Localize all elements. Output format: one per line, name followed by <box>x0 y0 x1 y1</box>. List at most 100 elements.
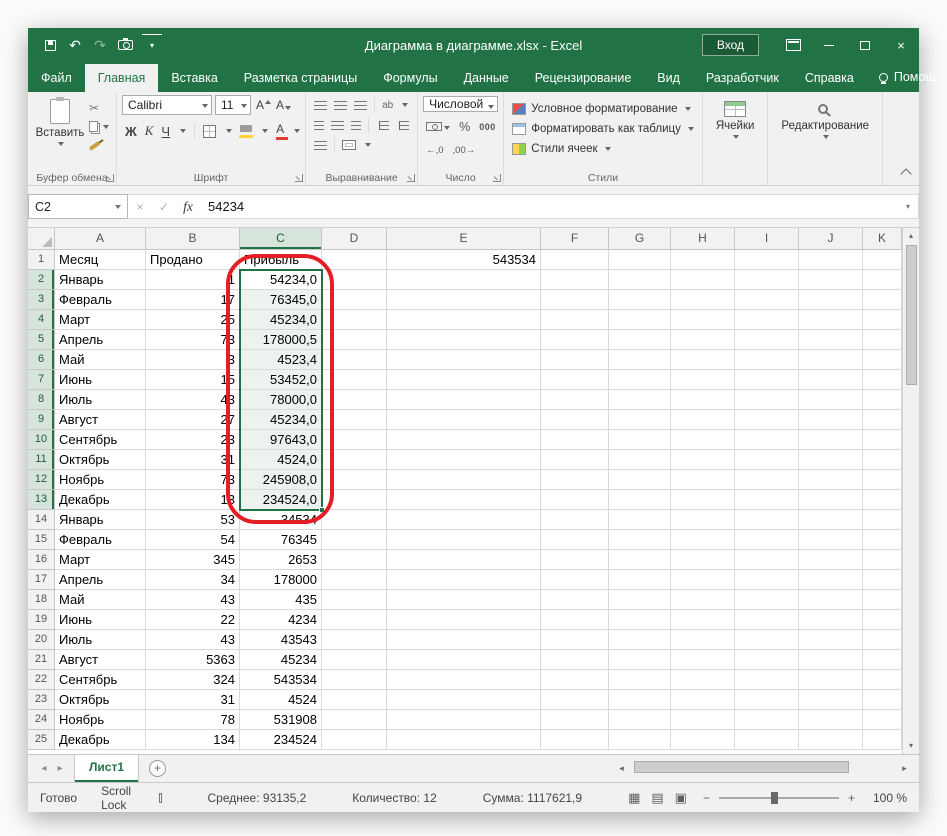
cell-D11[interactable] <box>322 450 387 470</box>
cell-I1[interactable] <box>735 250 799 270</box>
row-header-6[interactable]: 6 <box>28 350 55 370</box>
cell-B11[interactable]: 31 <box>146 450 240 470</box>
cell-I8[interactable] <box>735 390 799 410</box>
cell-B15[interactable]: 54 <box>146 530 240 550</box>
cell-B1[interactable]: Продано <box>146 250 240 270</box>
cell-H17[interactable] <box>671 570 735 590</box>
cell-D22[interactable] <box>322 670 387 690</box>
cell-G4[interactable] <box>609 310 671 330</box>
cell-I10[interactable] <box>735 430 799 450</box>
cell-K22[interactable] <box>863 670 902 690</box>
sheet-nav-right-button[interactable]: ▸ <box>52 763 68 774</box>
cell-D2[interactable] <box>322 270 387 290</box>
enter-button[interactable]: ✓ <box>152 200 176 214</box>
ribbon-tab[interactable]: Рецензирование <box>522 64 645 92</box>
cell-K1[interactable] <box>863 250 902 270</box>
row-header-10[interactable]: 10 <box>28 430 55 450</box>
cell-styles-button[interactable]: Стили ячеек <box>509 139 697 158</box>
grow-font-button[interactable]: А <box>254 98 272 112</box>
cell-J20[interactable] <box>799 630 863 650</box>
cell-K11[interactable] <box>863 450 902 470</box>
row-header-23[interactable]: 23 <box>28 690 55 710</box>
cell-H2[interactable] <box>671 270 735 290</box>
cell-G3[interactable] <box>609 290 671 310</box>
cell-B7[interactable]: 15 <box>146 370 240 390</box>
cell-F17[interactable] <box>541 570 609 590</box>
cell-A16[interactable]: Март <box>55 550 146 570</box>
align-left-button[interactable] <box>314 120 325 130</box>
borders-button[interactable] <box>203 124 217 138</box>
zoom-slider-thumb[interactable] <box>770 791 778 804</box>
scroll-up-button[interactable]: ▴ <box>909 228 913 244</box>
row-header-13[interactable]: 13 <box>28 490 55 510</box>
font-size-combo[interactable]: 11 <box>215 95 251 115</box>
row-header-11[interactable]: 11 <box>28 450 55 470</box>
cell-C16[interactable]: 2653 <box>240 550 322 570</box>
ribbon-tab[interactable]: Формулы <box>370 64 450 92</box>
cell-K24[interactable] <box>863 710 902 730</box>
cell-A6[interactable]: Май <box>55 350 146 370</box>
sheet-nav-left-button[interactable]: ◂ <box>36 763 52 774</box>
cell-F12[interactable] <box>541 470 609 490</box>
cell-K25[interactable] <box>863 730 902 750</box>
ribbon-tab[interactable]: Вставка <box>158 64 230 92</box>
cell-J2[interactable] <box>799 270 863 290</box>
cell-K9[interactable] <box>863 410 902 430</box>
expand-formula-bar-button[interactable]: ▾ <box>898 202 918 211</box>
cell-J17[interactable] <box>799 570 863 590</box>
cell-B21[interactable]: 5363 <box>146 650 240 670</box>
cell-E19[interactable] <box>387 610 541 630</box>
cell-C14[interactable]: 34534 <box>240 510 322 530</box>
clipboard-dialog-launcher[interactable] <box>106 174 114 182</box>
cell-E8[interactable] <box>387 390 541 410</box>
cell-K18[interactable] <box>863 590 902 610</box>
cell-J4[interactable] <box>799 310 863 330</box>
column-header-K[interactable]: K <box>863 228 902 250</box>
cell-B19[interactable]: 22 <box>146 610 240 630</box>
row-header-7[interactable]: 7 <box>28 370 55 390</box>
cell-D13[interactable] <box>322 490 387 510</box>
cell-K16[interactable] <box>863 550 902 570</box>
ribbon-tab[interactable]: Справка <box>792 64 867 92</box>
cell-H13[interactable] <box>671 490 735 510</box>
cell-C25[interactable]: 234524 <box>240 730 322 750</box>
cell-G24[interactable] <box>609 710 671 730</box>
select-all-corner[interactable] <box>28 228 55 250</box>
cell-J25[interactable] <box>799 730 863 750</box>
cell-F6[interactable] <box>541 350 609 370</box>
cell-A7[interactable]: Июнь <box>55 370 146 390</box>
cell-F3[interactable] <box>541 290 609 310</box>
cell-B4[interactable]: 25 <box>146 310 240 330</box>
cell-G15[interactable] <box>609 530 671 550</box>
row-header-3[interactable]: 3 <box>28 290 55 310</box>
cell-I18[interactable] <box>735 590 799 610</box>
increase-indent-button[interactable] <box>396 120 410 130</box>
save-button[interactable] <box>40 34 60 56</box>
cell-G13[interactable] <box>609 490 671 510</box>
cell-H4[interactable] <box>671 310 735 330</box>
hscroll-right-button[interactable]: ▸ <box>896 763 913 774</box>
column-header-C[interactable]: C <box>240 228 322 250</box>
cell-B2[interactable]: 1 <box>146 270 240 290</box>
cell-J23[interactable] <box>799 690 863 710</box>
cells-button[interactable]: Ячейки <box>708 95 763 139</box>
cell-J14[interactable] <box>799 510 863 530</box>
cell-H22[interactable] <box>671 670 735 690</box>
ribbon-tab[interactable]: Вид <box>644 64 693 92</box>
cell-G20[interactable] <box>609 630 671 650</box>
cell-A18[interactable]: Май <box>55 590 146 610</box>
zoom-slider[interactable] <box>718 791 839 804</box>
cell-F18[interactable] <box>541 590 609 610</box>
ribbon-tab[interactable]: Разработчик <box>693 64 792 92</box>
italic-button[interactable]: К <box>145 123 154 139</box>
cell-E7[interactable] <box>387 370 541 390</box>
cell-E3[interactable] <box>387 290 541 310</box>
cell-C15[interactable]: 76345 <box>240 530 322 550</box>
row-header-8[interactable]: 8 <box>28 390 55 410</box>
cell-K4[interactable] <box>863 310 902 330</box>
cell-E11[interactable] <box>387 450 541 470</box>
new-sheet-button[interactable]: + <box>149 760 167 777</box>
cell-D15[interactable] <box>322 530 387 550</box>
cell-F5[interactable] <box>541 330 609 350</box>
horizontal-scrollbar-thumb[interactable] <box>634 761 849 773</box>
